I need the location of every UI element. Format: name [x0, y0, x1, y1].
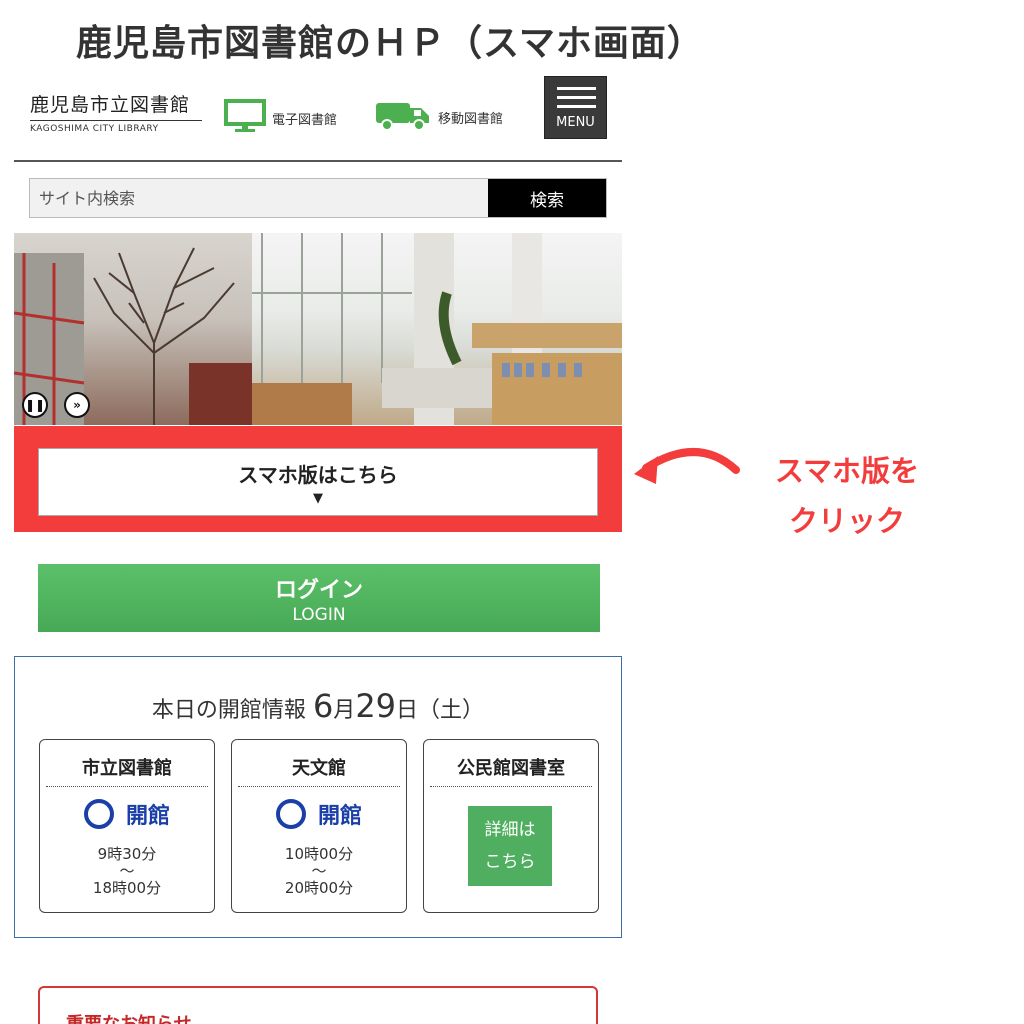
close-time: 18時00分: [92, 879, 162, 897]
pause-icon[interactable]: ❚❚: [22, 392, 48, 418]
logo-main-text: 鹿児島市立図書館: [30, 90, 202, 121]
hamburger-bar: [557, 105, 596, 108]
status-label: 開館: [125, 804, 170, 829]
opening-info-heading: 本日の開館情報 6月29日（土）: [15, 687, 621, 725]
opening-hours: 10時00分 〜 20時00分: [232, 844, 406, 898]
status-badge: 開館: [232, 798, 406, 830]
hamburger-bar: [557, 96, 596, 99]
ebook-label: 電子図書館: [272, 112, 338, 128]
down-arrow-icon: ▼: [313, 491, 323, 506]
facility-name: 天文館: [238, 754, 400, 787]
mobile-screen: 鹿児島市立図書館 KAGOSHIMA CITY LIBRARY 電子図書館 移動…: [14, 64, 622, 1024]
opening-hours: 9時30分 〜 18時00分: [40, 844, 214, 898]
facility-card-tenmonkan: 天文館 開館 10時00分 〜 20時00分: [231, 739, 407, 913]
facility-card-city-library: 市立図書館 開館 9時30分 〜 18時00分: [39, 739, 215, 913]
search-bar: 検索: [29, 178, 607, 218]
smartphone-version-label: スマホ版はこちら: [238, 463, 398, 487]
search-input[interactable]: [30, 179, 488, 217]
status-label: 開館: [317, 804, 362, 829]
mobile-library-label: 移動図書館: [438, 111, 504, 127]
mobile-library-link[interactable]: 移動図書館: [374, 98, 503, 136]
time-separator: 〜: [119, 862, 135, 880]
time-separator: 〜: [311, 862, 327, 880]
page-title: 鹿児島市図書館のＨＰ（スマホ画面）: [76, 23, 704, 64]
open-time: 10時00分: [284, 845, 354, 863]
details-label-line2: こちら: [484, 852, 536, 872]
hero-photo-reading-room: [252, 233, 622, 425]
opening-month-unit: 月: [333, 698, 356, 723]
truck-icon: [374, 98, 432, 136]
status-badge: 開館: [40, 798, 214, 830]
curved-arrow-icon: [628, 440, 743, 494]
annotation-line1: スマホ版を: [774, 454, 920, 488]
facility-name: 公民館図書室: [430, 754, 592, 787]
important-notice-box: 重要なお知らせ: [38, 986, 598, 1024]
login-label-ja: ログイン: [274, 578, 363, 603]
open-time: 9時30分: [97, 845, 157, 863]
ebook-link[interactable]: 電子図書館: [224, 98, 337, 138]
monitor-icon: [224, 98, 266, 138]
facility-name: 市立図書館: [46, 754, 208, 787]
hero-slideshow: ❚❚ »: [14, 233, 622, 425]
opening-day: 29: [355, 687, 397, 725]
hero-photo-tree: [14, 233, 252, 425]
details-button[interactable]: 詳細は こちら: [468, 806, 552, 886]
search-button[interactable]: 検索: [488, 179, 606, 217]
header-divider: [14, 160, 622, 162]
opening-month: 6: [312, 687, 334, 725]
notice-title: 重要なお知らせ: [66, 1010, 192, 1024]
next-icon[interactable]: »: [64, 392, 90, 418]
hamburger-icon: [557, 87, 596, 90]
menu-label: MENU: [556, 115, 595, 130]
logo-sub-text: KAGOSHIMA CITY LIBRARY: [30, 124, 159, 134]
menu-button[interactable]: MENU: [544, 76, 607, 139]
opening-info-prefix: 本日の開館情報: [151, 698, 306, 723]
annotation-text: スマホ版を クリック: [752, 446, 942, 546]
opening-info-panel: 本日の開館情報 6月29日（土） 市立図書館 開館 9時30分 〜 18時00分…: [14, 656, 622, 938]
details-label-line1: 詳細は: [484, 820, 536, 840]
facility-card-community-library: 公民館図書室 詳細は こちら: [423, 739, 599, 913]
opening-day-unit: 日: [396, 698, 419, 723]
smartphone-version-button[interactable]: スマホ版はこちら ▼: [38, 448, 598, 516]
close-time: 20時00分: [284, 879, 354, 897]
open-circle-icon: [275, 799, 306, 829]
site-logo[interactable]: 鹿児島市立図書館 KAGOSHIMA CITY LIBRARY: [30, 90, 202, 134]
login-button[interactable]: ログイン LOGIN: [38, 564, 600, 632]
open-circle-icon: [83, 799, 114, 829]
annotation-line2: クリック: [788, 504, 905, 538]
opening-weekday: （土）: [418, 698, 485, 723]
login-label-en: LOGIN: [292, 605, 346, 625]
